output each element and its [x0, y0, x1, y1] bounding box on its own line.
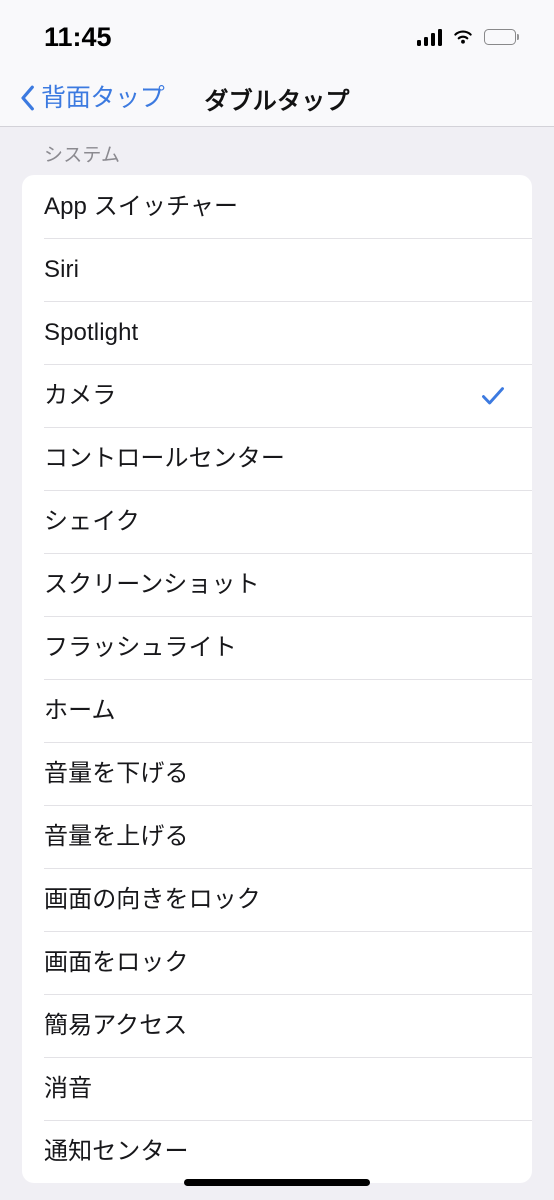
list-item[interactable]: Siri [22, 238, 532, 301]
cellular-signal-icon [416, 28, 442, 46]
list-item-label: ホーム [44, 696, 116, 724]
chevron-left-icon [20, 85, 35, 111]
section-header-system: システム [44, 145, 121, 166]
list-item-label: App スイッチャー [44, 192, 239, 220]
list-item-label: Siri [44, 255, 80, 283]
list-item[interactable]: 音量を上げる [22, 805, 532, 868]
status-bar-indicators [416, 24, 516, 46]
list-item[interactable]: Spotlight [22, 301, 532, 364]
list-item[interactable]: フラッシュライト [22, 616, 532, 679]
list-item-label: フラッシュライト [44, 633, 237, 661]
list-item-label: コントロールセンター [44, 444, 285, 472]
list-item-label: Spotlight [44, 318, 139, 346]
list-item-label: カメラ [44, 381, 117, 409]
list-item[interactable]: App スイッチャー [22, 175, 532, 238]
list-item[interactable]: スクリーンショット [22, 553, 532, 616]
list-item[interactable]: 通知センター [22, 1120, 532, 1183]
list-item[interactable]: 音量を下げる [22, 742, 532, 805]
wifi-icon [451, 28, 475, 46]
list-item-label: 音量を上げる [44, 822, 189, 850]
list-item-label: 通知センター [44, 1137, 189, 1165]
back-button[interactable]: 背面タップ [14, 70, 171, 126]
list-item-label: 画面の向きをロック [44, 885, 261, 913]
list-item[interactable]: コントロールセンター [22, 427, 532, 490]
home-indicator [184, 1179, 370, 1186]
list-item-label: 音量を下げる [44, 759, 189, 787]
back-button-label: 背面タップ [41, 83, 165, 112]
phone-screen: 11:45 背面タップ ダブルタップ システム App スイッチャー Siri … [0, 0, 554, 1200]
list-item-label: シェイク [44, 507, 140, 535]
battery-full-icon [484, 29, 516, 45]
list-item[interactable]: 簡易アクセス [22, 994, 532, 1057]
status-bar-time: 11:45 [44, 21, 112, 52]
list-item[interactable]: 消音 [22, 1057, 532, 1120]
list-item[interactable]: 画面をロック [22, 931, 532, 994]
list-item[interactable]: シェイク [22, 490, 532, 553]
settings-list-scroll-area[interactable]: システム App スイッチャー Siri Spotlight カメラコントロールセンタ… [0, 128, 554, 1200]
options-list: App スイッチャー Siri Spotlight カメラコントロールセンター シェイク… [22, 175, 532, 1183]
list-item[interactable]: 画面の向きをロック [22, 868, 532, 931]
checkmark-icon [476, 383, 506, 409]
list-item-label: 画面をロック [44, 948, 189, 976]
list-item-label: 簡易アクセス [44, 1011, 188, 1039]
navigation-bar: 背面タップ ダブルタップ [0, 70, 554, 127]
list-item[interactable]: カメラ [22, 364, 532, 427]
list-item-label: 消音 [44, 1074, 93, 1102]
list-item[interactable]: ホーム [22, 679, 532, 742]
list-item-label: スクリーンショット [44, 570, 260, 598]
status-bar: 11:45 [0, 0, 554, 70]
